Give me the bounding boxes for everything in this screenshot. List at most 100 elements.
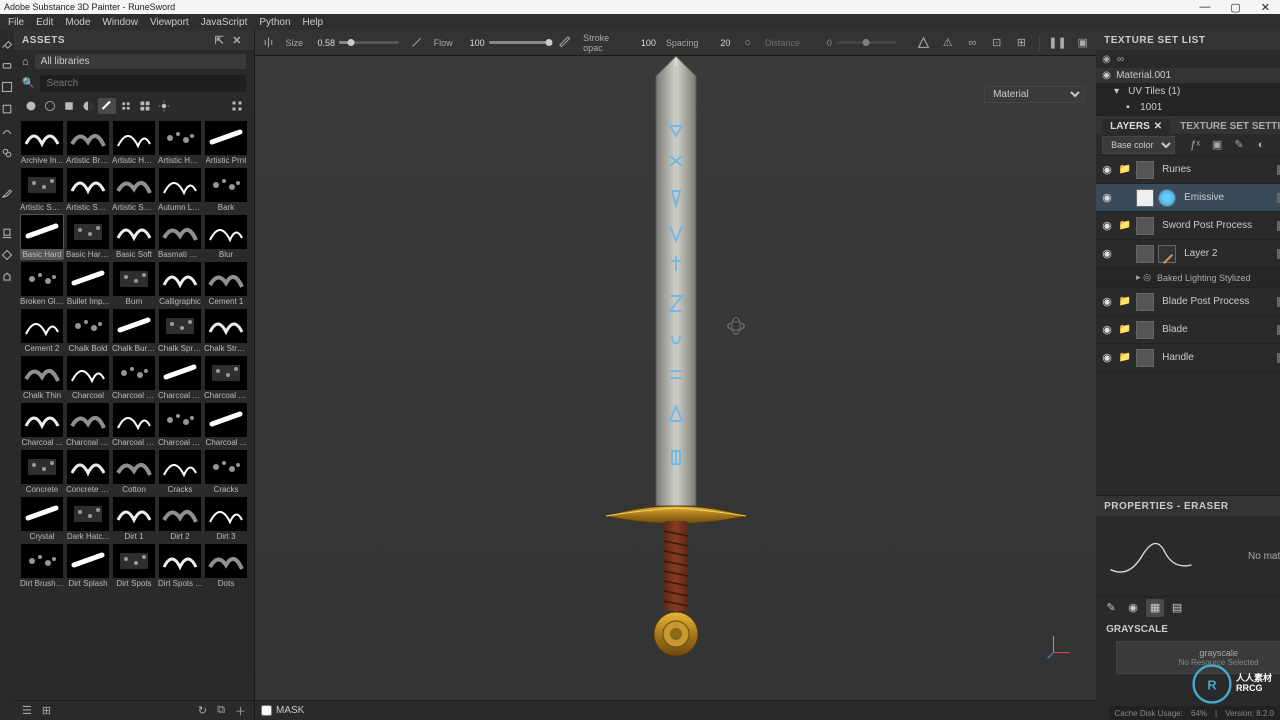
layer-mask-thumb[interactable] <box>1136 293 1154 311</box>
wireframe-icon[interactable]: ⊡ <box>990 35 1005 51</box>
brush-item[interactable]: Chalk Thin <box>20 355 64 401</box>
tab-texture-set-settings[interactable]: TEXTURE SET SETTINGS <box>1172 119 1280 134</box>
menu-mode[interactable]: Mode <box>65 17 90 28</box>
smudge-tool-icon[interactable] <box>0 124 14 138</box>
3d-viewport[interactable] <box>255 56 1096 700</box>
brush-item[interactable]: Burn <box>112 261 156 307</box>
brush-item[interactable]: Charcoal Fi... <box>112 355 156 401</box>
render-icon[interactable]: ▣ <box>1075 35 1090 51</box>
brush-item[interactable]: Charcoal ... <box>204 402 248 448</box>
filter-materials-icon[interactable] <box>41 98 59 114</box>
brush-item[interactable]: Chalk Bold <box>66 308 110 354</box>
brush-item[interactable]: Basic Hard... <box>66 214 110 260</box>
brush-item[interactable]: Chalk Strong <box>204 308 248 354</box>
brush-item[interactable]: Artistic Soft... <box>112 167 156 213</box>
warning-icon[interactable]: ⚠ <box>940 35 955 51</box>
home-icon[interactable]: ⌂ <box>22 56 29 68</box>
brush-item[interactable]: Cracks <box>204 449 248 495</box>
list-view-icon[interactable]: ☰ <box>20 704 34 717</box>
brush-item[interactable]: Dirt 2 <box>158 496 202 542</box>
brush-item[interactable]: Dirt Brushed <box>20 543 64 589</box>
add-fill-layer-icon[interactable]: ▣ <box>1209 137 1225 153</box>
minimize-button[interactable]: — <box>1193 1 1216 14</box>
menu-javascript[interactable]: JavaScript <box>201 17 248 28</box>
brush-item[interactable]: Blur <box>204 214 248 260</box>
menu-edit[interactable]: Edit <box>36 17 53 28</box>
brush-item[interactable]: Dirt Spots <box>112 543 156 589</box>
brush-item[interactable]: Cracks <box>158 449 202 495</box>
maximize-button[interactable]: ▢ <box>1224 1 1246 14</box>
projection-tool-icon[interactable] <box>0 80 14 94</box>
clone-tool-icon[interactable] <box>0 146 14 160</box>
brush-item[interactable]: Dark Hatc... <box>66 496 110 542</box>
flow-slider[interactable] <box>489 41 549 44</box>
brush-item[interactable]: Concrete L... <box>66 449 110 495</box>
brush-item[interactable]: Artistic Hai... <box>112 120 156 166</box>
brush-item[interactable]: Charcoal Li... <box>204 355 248 401</box>
brush-item[interactable]: Charcoal S... <box>158 402 202 448</box>
layer-name[interactable]: Layer 2 <box>1180 248 1273 259</box>
brush-item[interactable]: Cement 2 <box>20 308 64 354</box>
brush-item[interactable]: Archive In... <box>20 120 64 166</box>
visibility-toggle-icon[interactable]: ◉ <box>1100 351 1114 364</box>
brush-item[interactable]: Chalk Spre... <box>158 308 202 354</box>
menu-help[interactable]: Help <box>303 17 324 28</box>
mask-checkbox[interactable]: MASK <box>261 705 304 716</box>
menu-viewport[interactable]: Viewport <box>150 17 189 28</box>
visibility-toggle-icon[interactable]: ◉ <box>1100 219 1114 232</box>
uv-tiles-row[interactable]: ▾ UV Tiles (1) <box>1096 84 1280 100</box>
brush-item[interactable]: Chalk Burn... <box>112 308 156 354</box>
visibility-toggle-icon[interactable]: ◉ <box>1100 163 1114 176</box>
layer-mask-thumb[interactable] <box>1136 245 1154 263</box>
brush-item[interactable]: Dirt Splash <box>66 543 110 589</box>
layer-row[interactable]: ◉ 📁 Blade Post Process Pthr62 - <box>1096 288 1280 316</box>
distance-slider[interactable] <box>836 41 896 44</box>
filter-brushes-icon[interactable] <box>98 98 116 114</box>
brush-item[interactable]: Artistic Soft... <box>66 167 110 213</box>
refresh-icon[interactable]: ↻ <box>196 704 209 717</box>
material-select[interactable]: Material <box>984 86 1084 103</box>
brush-item[interactable]: Bark <box>204 167 248 213</box>
tab-layers[interactable]: LAYERS✕ <box>1102 119 1170 134</box>
stamp-tool-icon[interactable] <box>0 226 14 240</box>
filter-alphas-icon[interactable] <box>117 98 135 114</box>
stencil-mode-icon[interactable]: ▦ <box>1146 599 1164 617</box>
brush-item[interactable]: Cement 1 <box>204 261 248 307</box>
menu-file[interactable]: File <box>8 17 24 28</box>
menu-window[interactable]: Window <box>102 17 138 28</box>
brush-item[interactable]: Charcoal <box>66 355 110 401</box>
layer-name[interactable]: Blade <box>1158 324 1273 335</box>
layer-row[interactable]: ◉ 📁 Blade Norm100 - <box>1096 316 1280 344</box>
brush-item[interactable]: Dirt 3 <box>204 496 248 542</box>
layer-mask-thumb[interactable] <box>1136 161 1154 179</box>
brush-item[interactable]: Concrete <box>20 449 64 495</box>
add-mask-icon[interactable]: ◐ <box>1253 137 1269 153</box>
menu-python[interactable]: Python <box>259 17 290 28</box>
filter-environments-icon[interactable] <box>155 98 173 114</box>
link-icon[interactable]: ∞ <box>965 35 980 51</box>
visibility-toggle-icon[interactable]: ◉ <box>1100 191 1114 204</box>
brush-preview-icon[interactable] <box>409 35 424 51</box>
brush-item[interactable]: Charcoal R... <box>112 402 156 448</box>
layer-row[interactable]: ◉ Layer 2 Pthr100 - <box>1096 240 1280 268</box>
size-slider[interactable] <box>339 41 399 44</box>
brush-item[interactable]: Dirt 1 <box>112 496 156 542</box>
pen-icon[interactable] <box>559 35 574 51</box>
brush-item[interactable]: Basmati Br... <box>158 214 202 260</box>
brush-item[interactable]: Autumn Le... <box>158 167 202 213</box>
grid-icon[interactable]: ⊞ <box>1014 35 1029 51</box>
layer-name[interactable]: Runes <box>1158 164 1273 175</box>
layer-thumb[interactable] <box>1158 245 1176 263</box>
brush-item[interactable]: Basic Soft <box>112 214 156 260</box>
brush-item[interactable]: Cotton <box>112 449 156 495</box>
uv-tile-item[interactable]: ▪ 1001 <box>1096 100 1280 116</box>
eye-toggle-icon[interactable]: ◉ <box>1102 54 1111 65</box>
layer-row[interactable]: ◉ 📁 Sword Post Process Pthr58 - <box>1096 212 1280 240</box>
layer-name[interactable]: Handle <box>1158 352 1273 363</box>
brush-item[interactable]: Dirt Spots ... <box>158 543 202 589</box>
texture-set-row[interactable]: ◉ Material.001 Main shader <box>1096 68 1280 84</box>
brush-item[interactable]: Calligraphic <box>158 261 202 307</box>
fx-icon[interactable]: ƒˣ <box>1187 137 1203 153</box>
add-paint-layer-icon[interactable]: ✎ <box>1231 137 1247 153</box>
layer-name[interactable]: Emissive <box>1180 192 1273 203</box>
